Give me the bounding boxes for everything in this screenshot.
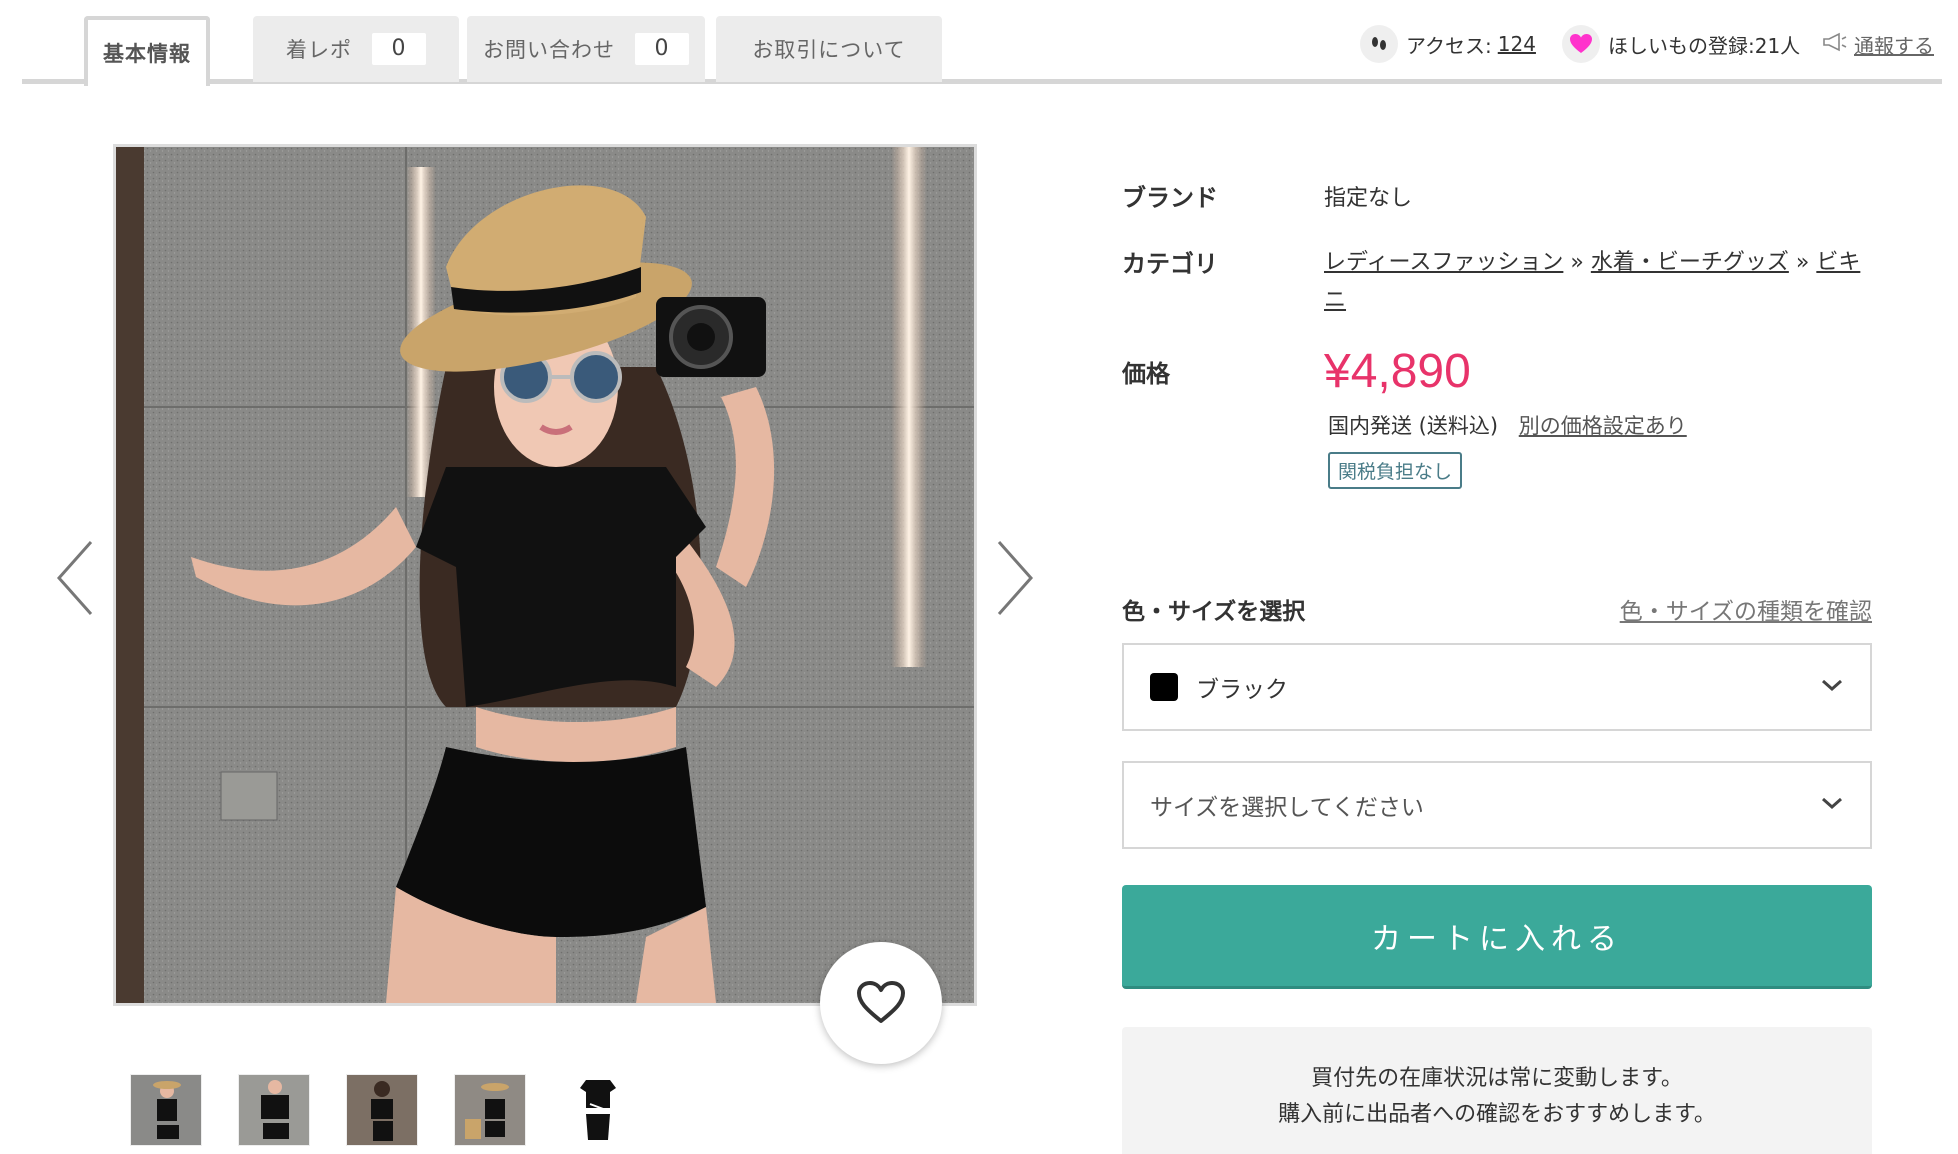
category-link-swimwear[interactable]: 水着・ビーチグッズ <box>1591 250 1789 275</box>
tab-label: お問い合わせ <box>483 38 615 62</box>
chevron-down-icon <box>1822 797 1842 810</box>
favorite-button[interactable] <box>820 942 942 1064</box>
category-label: カテゴリ <box>1122 250 1218 278</box>
access-label: アクセス: <box>1406 33 1492 58</box>
brand-label: ブランド <box>1122 184 1218 212</box>
thumbnail[interactable] <box>238 1074 310 1146</box>
color-value: ブラック <box>1196 677 1288 703</box>
tax-badge: 関税負担なし <box>1328 452 1463 489</box>
price-value: ¥4,890 <box>1324 345 1471 398</box>
wish-counter: ほしいもの登録:21人 <box>1562 24 1800 64</box>
tab-transaction[interactable]: お取引について <box>716 16 942 82</box>
shipping-info: 国内発送 (送料込) 別の価格設定あり <box>1328 410 1687 440</box>
tab-count: 0 <box>635 33 689 65</box>
thumbnail[interactable] <box>562 1074 634 1146</box>
add-to-cart-button[interactable]: カートに入れる <box>1122 885 1872 989</box>
tab-basic-info[interactable]: 基本情報 <box>84 16 210 86</box>
thumbnail[interactable] <box>130 1074 202 1146</box>
tab-inquiry[interactable]: お問い合わせ 0 <box>467 16 705 82</box>
access-counter: アクセス: 124 <box>1360 24 1536 64</box>
report-label: 通報する <box>1854 33 1934 58</box>
shipping-text: 国内発送 (送料込) <box>1328 414 1499 438</box>
access-count-link[interactable]: 124 <box>1498 32 1536 56</box>
color-select[interactable]: ブラック <box>1122 643 1872 731</box>
alt-price-link[interactable]: 別の価格設定あり <box>1519 414 1687 438</box>
price-label: 価格 <box>1122 360 1170 388</box>
megaphone-icon <box>1822 32 1848 57</box>
thumbnail[interactable] <box>454 1074 526 1146</box>
size-select[interactable]: サイズを選択してください <box>1122 761 1872 849</box>
heart-icon <box>1562 25 1600 63</box>
brand-value: 指定なし <box>1324 186 1413 211</box>
color-swatch <box>1150 673 1178 701</box>
notice-line-1: 買付先の在庫状況は常に変動します。 <box>1311 1066 1683 1091</box>
tab-count: 0 <box>372 33 426 65</box>
check-variants-link[interactable]: 色・サイズの種類を確認 <box>1620 592 1872 626</box>
report-link[interactable]: 通報する <box>1822 24 1934 64</box>
next-image-arrow-icon[interactable] <box>995 538 1035 618</box>
heart-outline-icon <box>857 981 905 1023</box>
stock-notice: 買付先の在庫状況は常に変動します。 購入前に出品者への確認をおすすめします。 <box>1122 1027 1872 1154</box>
category-breadcrumb: レディースファッション » 水着・ビーチグッズ » ビキニ <box>1324 244 1864 320</box>
tab-label: お取引について <box>752 38 906 62</box>
tab-label: 着レポ <box>286 38 352 62</box>
breadcrumb-separator: » <box>1570 250 1584 275</box>
category-link-ladies[interactable]: レディースファッション <box>1324 250 1563 275</box>
select-title: 色・サイズを選択 <box>1122 599 1306 625</box>
thumbnail-strip <box>130 1074 634 1146</box>
size-placeholder: サイズを選択してください <box>1150 795 1424 821</box>
product-main-image[interactable] <box>113 144 977 1006</box>
previous-image-arrow-icon[interactable] <box>55 538 95 618</box>
chevron-down-icon <box>1822 679 1842 692</box>
breadcrumb-separator: » <box>1795 250 1810 275</box>
thumbnail[interactable] <box>346 1074 418 1146</box>
tab-label: 基本情報 <box>103 42 191 66</box>
wish-label: ほしいもの登録:21人 <box>1608 33 1801 58</box>
tab-wear-report[interactable]: 着レポ 0 <box>253 16 459 82</box>
notice-line-2: 購入前に出品者への確認をおすすめします。 <box>1278 1102 1716 1127</box>
footprints-icon <box>1360 25 1398 63</box>
